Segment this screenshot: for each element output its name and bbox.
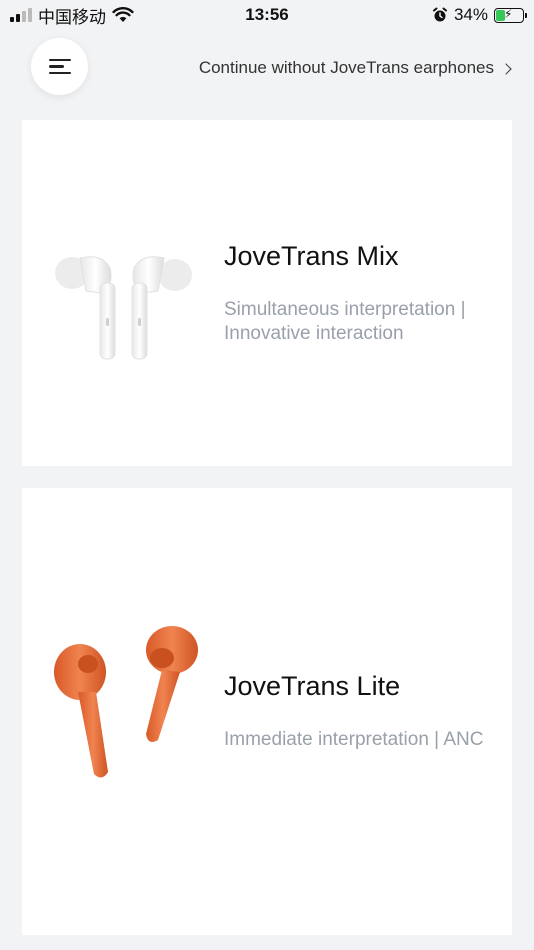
white-earbuds-illustration [55, 256, 192, 360]
orange-earbuds-image [22, 622, 222, 802]
charging-bolt-icon: ⚡ [504, 6, 513, 21]
continue-without-earphones-link[interactable]: Continue without JoveTrans earphones [198, 58, 512, 78]
status-bar: 中国移动 13:56 34% ⚡ [0, 0, 534, 30]
product-card-jovetrans-lite[interactable]: JoveTrans Lite Immediate interpretation … [22, 488, 512, 935]
wifi-icon [112, 7, 134, 22]
product-card-jovetrans-mix[interactable]: JoveTrans Mix Simultaneous interpretatio… [22, 120, 512, 466]
battery-percent: 34% [453, 5, 488, 24]
status-bar-right: 34% ⚡ [432, 5, 527, 25]
menu-button[interactable] [31, 38, 88, 95]
product-description: Immediate interpretation | ANC [224, 729, 484, 750]
product-info: JoveTrans Mix Simultaneous interpretatio… [222, 241, 494, 346]
product-name: JoveTrans Lite [224, 671, 401, 701]
status-bar-left: 中国移动 [10, 3, 134, 28]
carrier-name: 中国移动 [38, 7, 106, 27]
continue-link-label: Continue without JoveTrans earphones [198, 58, 494, 77]
white-earbuds-image [22, 213, 222, 373]
orange-earbuds-illustration [54, 625, 198, 778]
product-name: JoveTrans Mix [224, 240, 399, 271]
chevron-right-icon [500, 62, 512, 75]
product-description: Simultaneous interpretation | Innovative… [224, 298, 466, 344]
menu-icon [48, 55, 71, 79]
alarm-icon [432, 7, 447, 22]
battery-icon: ⚡ [494, 6, 527, 23]
signal-icon [10, 8, 32, 22]
product-info: JoveTrans Lite Immediate interpretation … [222, 671, 494, 752]
